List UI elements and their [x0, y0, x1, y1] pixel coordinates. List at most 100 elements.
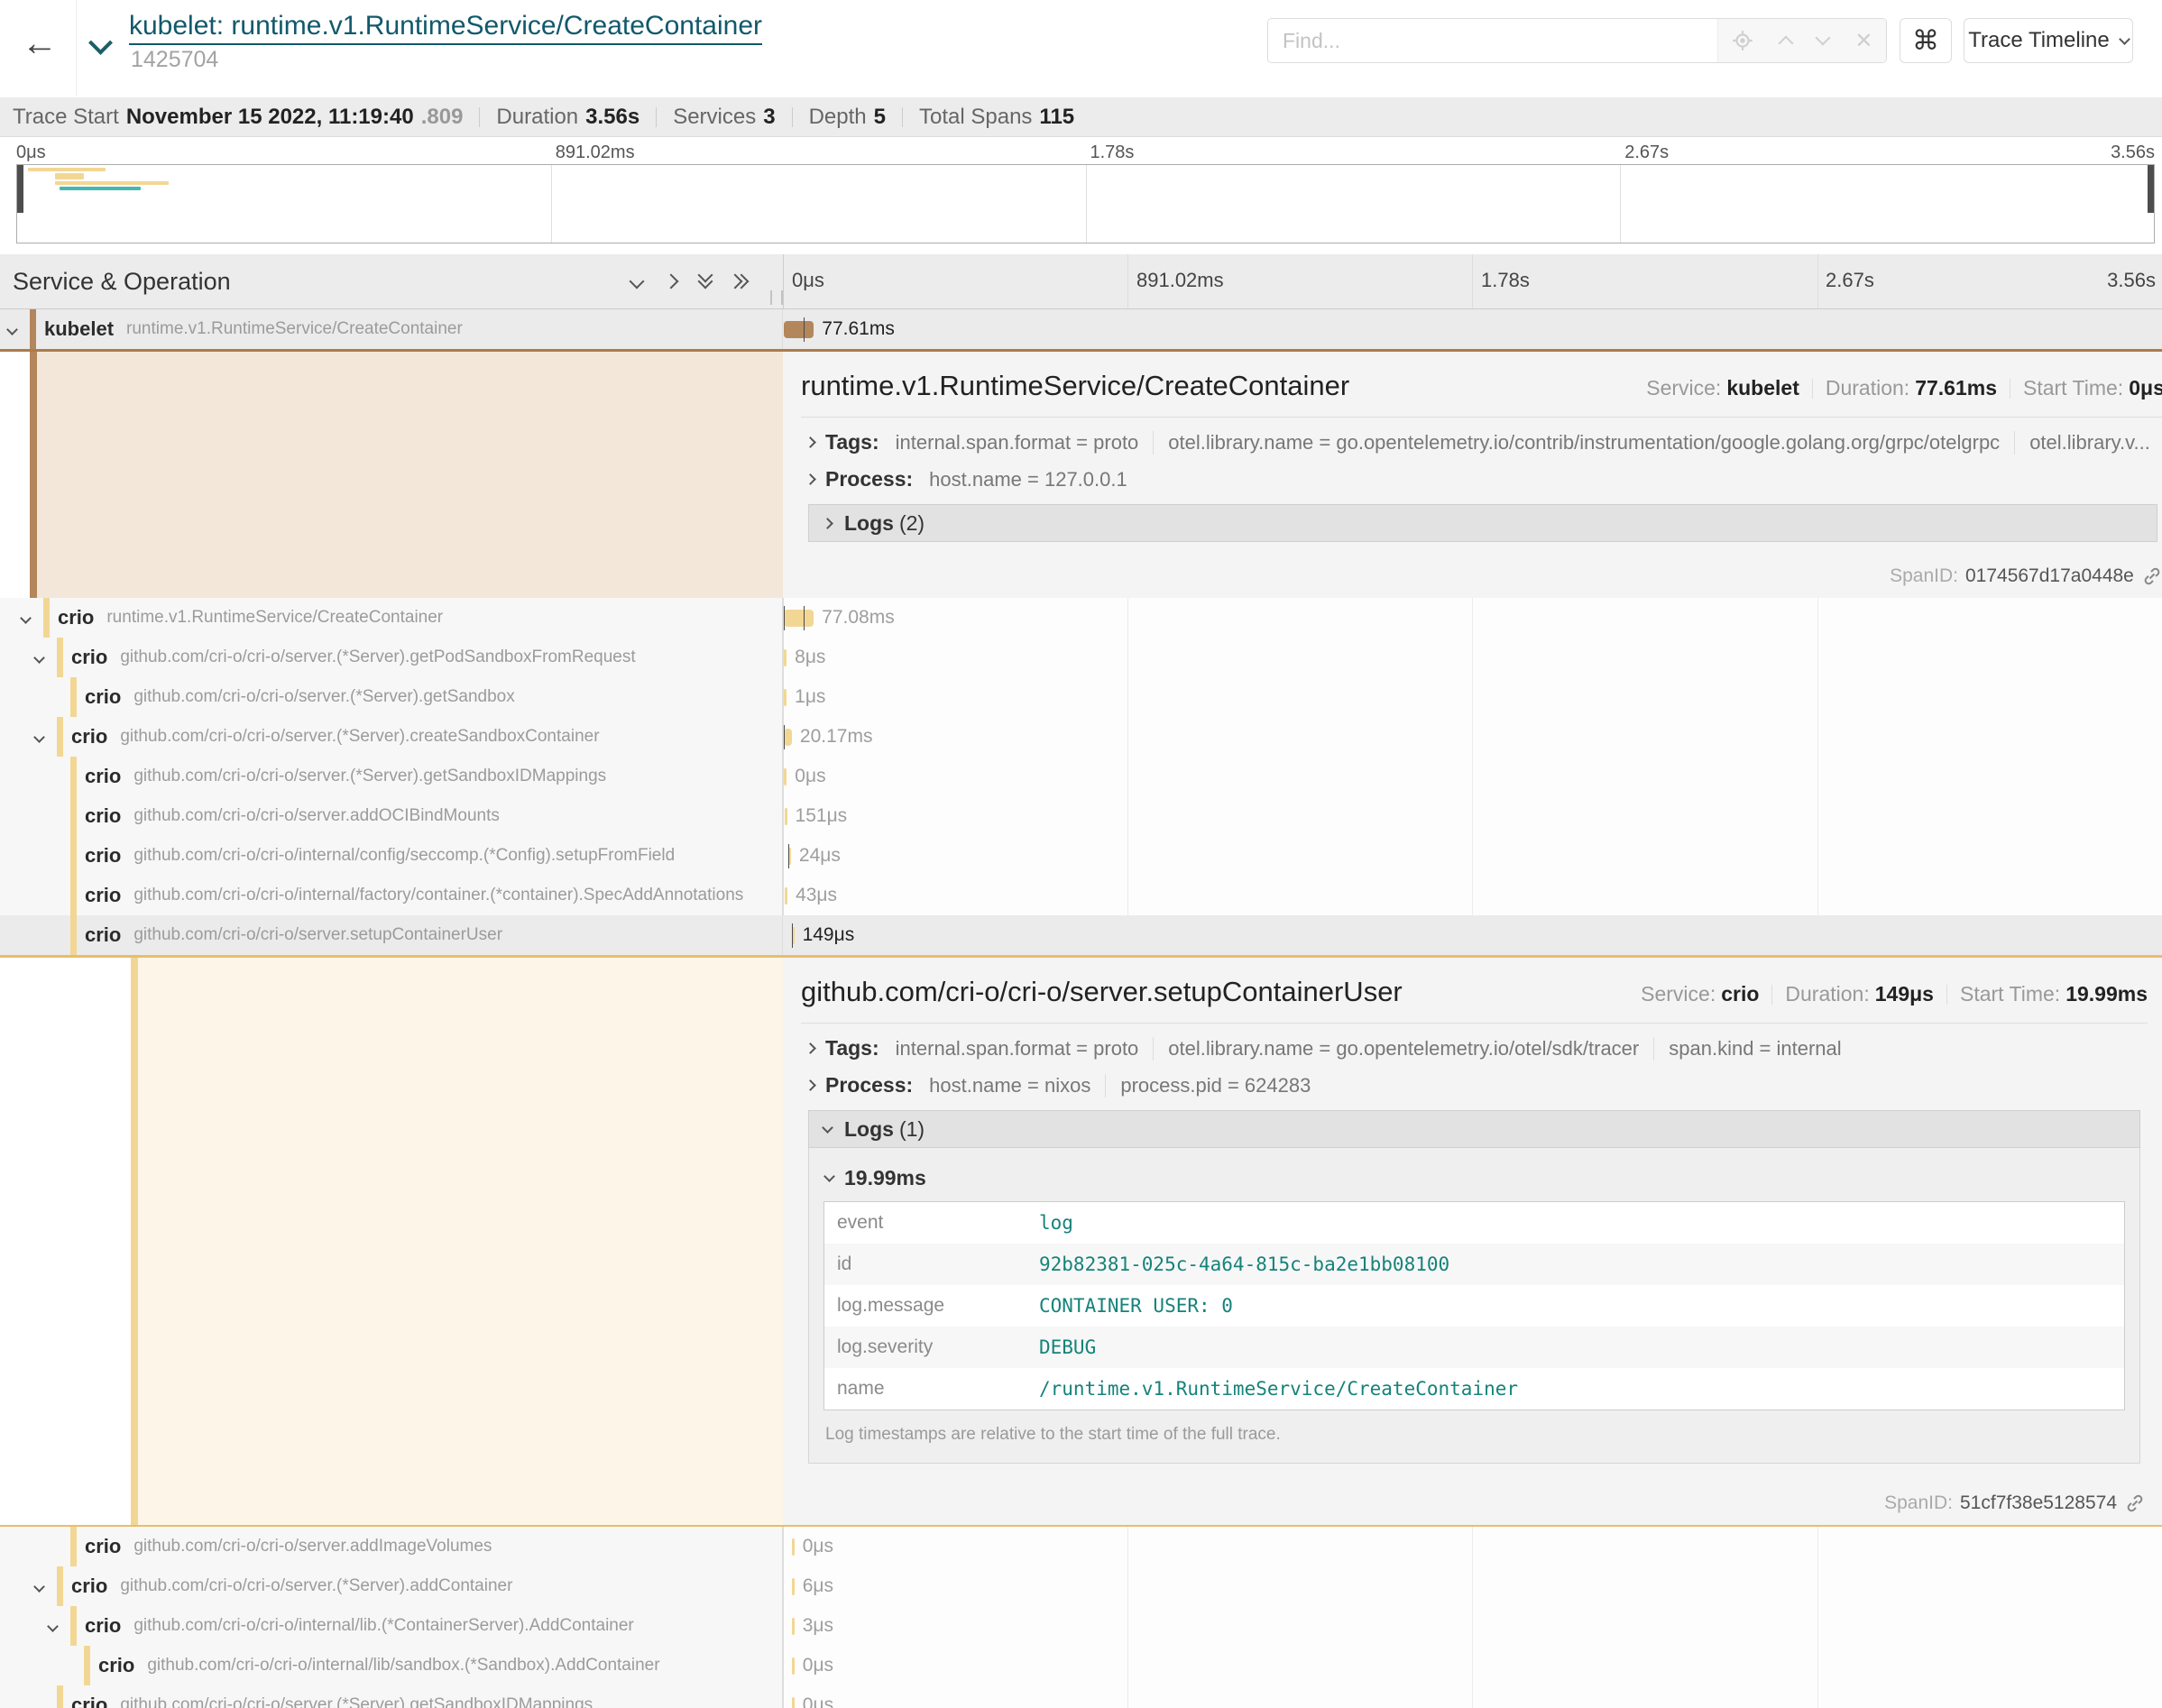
span-timeline-cell[interactable]: 43μs	[783, 876, 2162, 915]
column-resizer[interactable]	[770, 290, 783, 305]
kv-item: span.kind = internal	[1653, 1037, 1855, 1061]
span-collapse-icon[interactable]	[33, 731, 45, 743]
expand-all-icon[interactable]	[734, 276, 750, 287]
span-row[interactable]: kubelet runtime.v1.RuntimeService/Create…	[0, 309, 2162, 349]
span-id: SpanID:51cf7f38e5128574	[1884, 1492, 2146, 1514]
locate-icon[interactable]	[1731, 29, 1754, 52]
find-next-icon[interactable]	[1817, 32, 1828, 49]
span-name-cell[interactable]: crio github.com/cri-o/cri-o/server.setup…	[0, 915, 783, 955]
span-collapse-icon[interactable]	[47, 1621, 59, 1632]
span-collapse-icon[interactable]	[33, 1581, 45, 1593]
span-row[interactable]: crio github.com/cri-o/cri-o/internal/con…	[0, 836, 2162, 876]
span-row[interactable]: crio github.com/cri-o/cri-o/server.(*Ser…	[0, 1685, 2162, 1708]
span-name-cell[interactable]: crio runtime.v1.RuntimeService/CreateCon…	[0, 598, 783, 638]
log-marker	[784, 725, 785, 749]
span-timeline-cell[interactable]: 77.08ms	[783, 598, 2162, 638]
span-row[interactable]: crio github.com/cri-o/cri-o/server.(*Ser…	[0, 1566, 2162, 1606]
span-row[interactable]: crio github.com/cri-o/cri-o/internal/lib…	[0, 1606, 2162, 1646]
logs-accordion[interactable]: Logs(2)	[808, 504, 2157, 542]
span-name-cell[interactable]: crio github.com/cri-o/cri-o/internal/lib…	[0, 1606, 783, 1646]
span-bar[interactable]	[784, 321, 814, 338]
collapse-trace-header-icon[interactable]	[88, 31, 113, 55]
span-timeline-cell[interactable]: 0μs	[783, 757, 2162, 796]
find-clear-icon[interactable]: ✕	[1854, 28, 1872, 54]
span-name-cell[interactable]: crio github.com/cri-o/cri-o/server.(*Ser…	[0, 677, 783, 717]
span-name-cell[interactable]: crio github.com/cri-o/cri-o/server.(*Ser…	[0, 757, 783, 796]
process-row[interactable]: Process: host.name = nixosprocess.pid = …	[806, 1073, 2148, 1097]
view-selector-button[interactable]: Trace Timeline	[1964, 18, 2133, 63]
minimap-span-bar	[60, 187, 141, 190]
log-entry-header[interactable]: 19.99ms	[825, 1166, 2125, 1190]
process-row[interactable]: Process: host.name = 127.0.0.1	[806, 467, 2162, 491]
span-name-cell[interactable]: crio github.com/cri-o/cri-o/server.addOC…	[0, 796, 783, 836]
find-input[interactable]	[1268, 19, 1717, 62]
span-name-cell[interactable]: crio github.com/cri-o/cri-o/internal/fac…	[0, 876, 783, 915]
span-bar[interactable]	[784, 649, 787, 666]
span-timeline-cell[interactable]: 151μs	[783, 796, 2162, 836]
span-collapse-icon[interactable]	[33, 652, 45, 664]
link-icon[interactable]	[2124, 1492, 2146, 1514]
span-bar[interactable]	[784, 768, 787, 785]
logs-accordion[interactable]: Logs(1)	[808, 1110, 2140, 1148]
keyboard-shortcuts-button[interactable]: ⌘	[1900, 18, 1952, 63]
span-row[interactable]: crio github.com/cri-o/cri-o/server.setup…	[0, 915, 2162, 955]
span-row[interactable]: crio github.com/cri-o/cri-o/server.(*Ser…	[0, 638, 2162, 677]
span-collapse-icon[interactable]	[20, 612, 32, 624]
span-row[interactable]: crio github.com/cri-o/cri-o/server.addOC…	[0, 796, 2162, 836]
log-field-row: eventlog	[824, 1202, 2125, 1244]
span-timeline-cell[interactable]: 77.61ms	[783, 309, 2162, 349]
minimap-tick-label: 2.67s	[1624, 142, 1669, 163]
span-name-cell[interactable]: crio github.com/cri-o/cri-o/server.(*Ser…	[0, 1566, 783, 1606]
span-bar[interactable]	[784, 729, 792, 746]
span-collapse-icon[interactable]	[6, 324, 18, 335]
span-timeline-cell[interactable]: 6μs	[783, 1566, 2162, 1606]
kv-item: otel.library.name = go.opentelemetry.io/…	[1153, 431, 2014, 455]
span-bar[interactable]	[792, 1697, 795, 1708]
span-bar[interactable]	[792, 1578, 795, 1595]
span-bar[interactable]	[785, 808, 787, 825]
span-row[interactable]: crio github.com/cri-o/cri-o/server.(*Ser…	[0, 757, 2162, 796]
span-name-cell[interactable]: crio github.com/cri-o/cri-o/internal/lib…	[0, 1646, 783, 1685]
span-duration: 6μs	[803, 1575, 833, 1597]
span-timeline-cell[interactable]: 0μs	[783, 1685, 2162, 1708]
expand-one-icon[interactable]	[664, 274, 679, 289]
minimap-left-handle[interactable]	[17, 165, 23, 213]
duration-value: 3.56s	[585, 105, 639, 130]
span-timeline-cell[interactable]: 0μs	[783, 1646, 2162, 1685]
span-row[interactable]: crio github.com/cri-o/cri-o/internal/lib…	[0, 1646, 2162, 1685]
span-name-cell[interactable]: crio github.com/cri-o/cri-o/server.addIm…	[0, 1527, 783, 1566]
find-prev-icon[interactable]	[1780, 32, 1791, 49]
span-timeline-cell[interactable]: 149μs	[783, 915, 2162, 955]
span-timeline-cell[interactable]: 0μs	[783, 1527, 2162, 1566]
span-name-cell[interactable]: crio github.com/cri-o/cri-o/internal/con…	[0, 836, 783, 876]
tags-row[interactable]: Tags: internal.span.format = protootel.l…	[806, 1036, 2148, 1061]
span-row[interactable]: crio github.com/cri-o/cri-o/internal/fac…	[0, 876, 2162, 915]
span-name-cell[interactable]: crio github.com/cri-o/cri-o/server.(*Ser…	[0, 638, 783, 677]
link-icon[interactable]	[2141, 565, 2162, 587]
span-timeline-cell[interactable]: 24μs	[783, 836, 2162, 876]
span-name-cell[interactable]: crio github.com/cri-o/cri-o/server.(*Ser…	[0, 717, 783, 757]
span-row[interactable]: crio github.com/cri-o/cri-o/server.(*Ser…	[0, 677, 2162, 717]
span-bar[interactable]	[784, 610, 814, 627]
span-row[interactable]: crio github.com/cri-o/cri-o/server.addIm…	[0, 1527, 2162, 1566]
span-row[interactable]: crio github.com/cri-o/cri-o/server.(*Ser…	[0, 717, 2162, 757]
trace-title-link[interactable]: kubelet: runtime.v1.RuntimeService/Creat…	[129, 11, 762, 45]
span-bar[interactable]	[792, 1618, 795, 1635]
trace-minimap[interactable]	[16, 164, 2155, 243]
span-name-cell[interactable]: kubelet runtime.v1.RuntimeService/Create…	[0, 309, 783, 349]
span-timeline-cell[interactable]: 3μs	[783, 1606, 2162, 1646]
span-bar[interactable]	[784, 689, 787, 706]
span-timeline-cell[interactable]: 20.17ms	[783, 717, 2162, 757]
span-row[interactable]: crio runtime.v1.RuntimeService/CreateCon…	[0, 598, 2162, 638]
minimap-right-handle[interactable]	[2148, 165, 2154, 213]
span-timeline-cell[interactable]: 8μs	[783, 638, 2162, 677]
collapse-all-icon[interactable]	[700, 274, 711, 289]
collapse-one-icon[interactable]	[630, 274, 645, 289]
tags-row[interactable]: Tags: internal.span.format = protootel.l…	[806, 430, 2162, 455]
back-icon[interactable]: ←	[16, 20, 63, 67]
span-timeline-cell[interactable]: 1μs	[783, 677, 2162, 717]
span-bar[interactable]	[785, 887, 787, 905]
span-bar[interactable]	[792, 1538, 795, 1556]
span-name-cell[interactable]: crio github.com/cri-o/cri-o/server.(*Ser…	[0, 1685, 783, 1708]
span-bar[interactable]	[792, 1657, 795, 1675]
